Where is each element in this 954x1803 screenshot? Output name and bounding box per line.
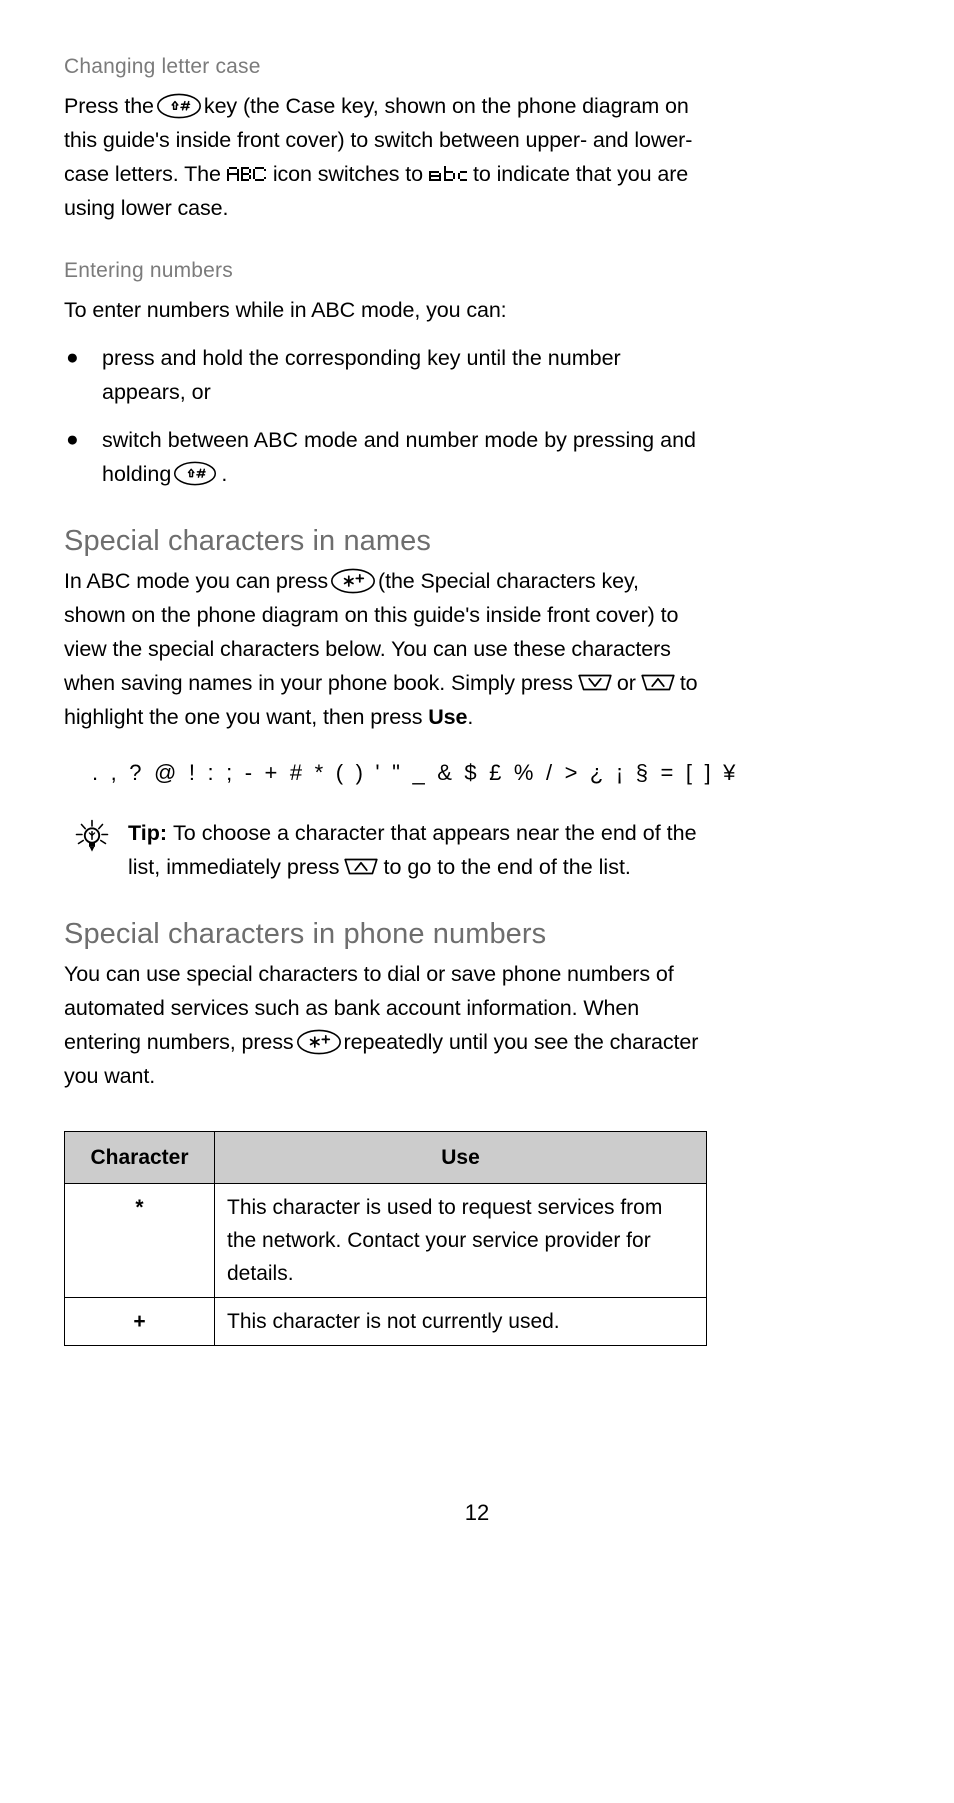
paragraph-special-characters-in-phone-numbers: You can use special characters to dial o… — [64, 957, 706, 1093]
heading-changing-letter-case: Changing letter case — [64, 55, 261, 78]
heading-special-characters-in-names: Special characters in names — [64, 525, 431, 557]
special-characters-list: . , ? @ ! : ; - + # * ( ) ' " _ & $ £ % … — [92, 760, 739, 785]
tip-label: Tip: — [128, 821, 168, 845]
table-cell-character: + — [64, 1297, 215, 1346]
use-softkey-label: Use — [428, 705, 468, 729]
text-icon-switches-to: icon switches to — [272, 162, 424, 186]
bullet-text-after-key: . — [221, 462, 228, 486]
table-header-character: Character — [64, 1131, 215, 1184]
table-cell-character: * — [64, 1183, 215, 1298]
page-number: 12 — [464, 1500, 490, 1525]
table-row: * This character is used to request serv… — [64, 1183, 707, 1298]
bullet-dot-icon: ● — [66, 428, 79, 451]
bullet-text: press and hold the corresponding key unt… — [102, 346, 621, 404]
manual-page: Changing letter case Press the key (the … — [0, 0, 954, 1803]
paragraph-changing-letter-case: Press the key (the Case key, shown on th… — [64, 89, 706, 225]
table-header-row: Character Use — [64, 1131, 707, 1184]
star-plus-key-icon — [296, 1029, 342, 1055]
heading-special-characters-in-phone-numbers: Special characters in phone numbers — [64, 918, 547, 950]
table-row: + This character is not currently used. — [64, 1297, 707, 1346]
table-cell-use: This character is used to request servic… — [214, 1183, 707, 1298]
table-cell-use: This character is not currently used. — [214, 1297, 707, 1346]
text-press-the: Press the — [64, 94, 154, 118]
tip-text-after-key: to go to the end of the list. — [383, 855, 631, 879]
page-content: Changing letter case Press the key (the … — [64, 55, 739, 1346]
entering-numbers-bullet-list: ● press and hold the corresponding key u… — [64, 341, 706, 491]
text-or: or — [616, 671, 636, 695]
nav-up-key-icon — [342, 853, 380, 879]
paragraph-special-characters-in-names: In ABC mode you can press (the Special c… — [64, 564, 706, 734]
nav-down-key-icon — [576, 669, 614, 695]
lightbulb-icon — [74, 819, 110, 855]
text-in-abc-mode: In ABC mode you can press — [64, 569, 329, 593]
star-plus-key-icon — [330, 568, 376, 594]
nav-up-key-icon — [639, 669, 677, 695]
special-characters-table: Character Use * This character is used t… — [64, 1131, 707, 1346]
list-item: ● switch between ABC mode and number mod… — [64, 423, 706, 491]
case-key-icon — [173, 461, 219, 487]
paragraph-entering-numbers-intro: To enter numbers while in ABC mode, you … — [64, 298, 507, 322]
case-key-icon — [156, 93, 202, 119]
table-header-use: Use — [214, 1131, 707, 1184]
bullet-dot-icon: ● — [66, 346, 79, 369]
list-item: ● press and hold the corresponding key u… — [64, 341, 706, 409]
text-period: . — [467, 705, 474, 729]
lcd-abc-lowercase-icon — [429, 165, 468, 183]
heading-entering-numbers: Entering numbers — [64, 259, 233, 282]
lcd-abc-uppercase-icon — [226, 165, 267, 183]
tip-block: Tip: To choose a character that appears n… — [64, 816, 706, 884]
